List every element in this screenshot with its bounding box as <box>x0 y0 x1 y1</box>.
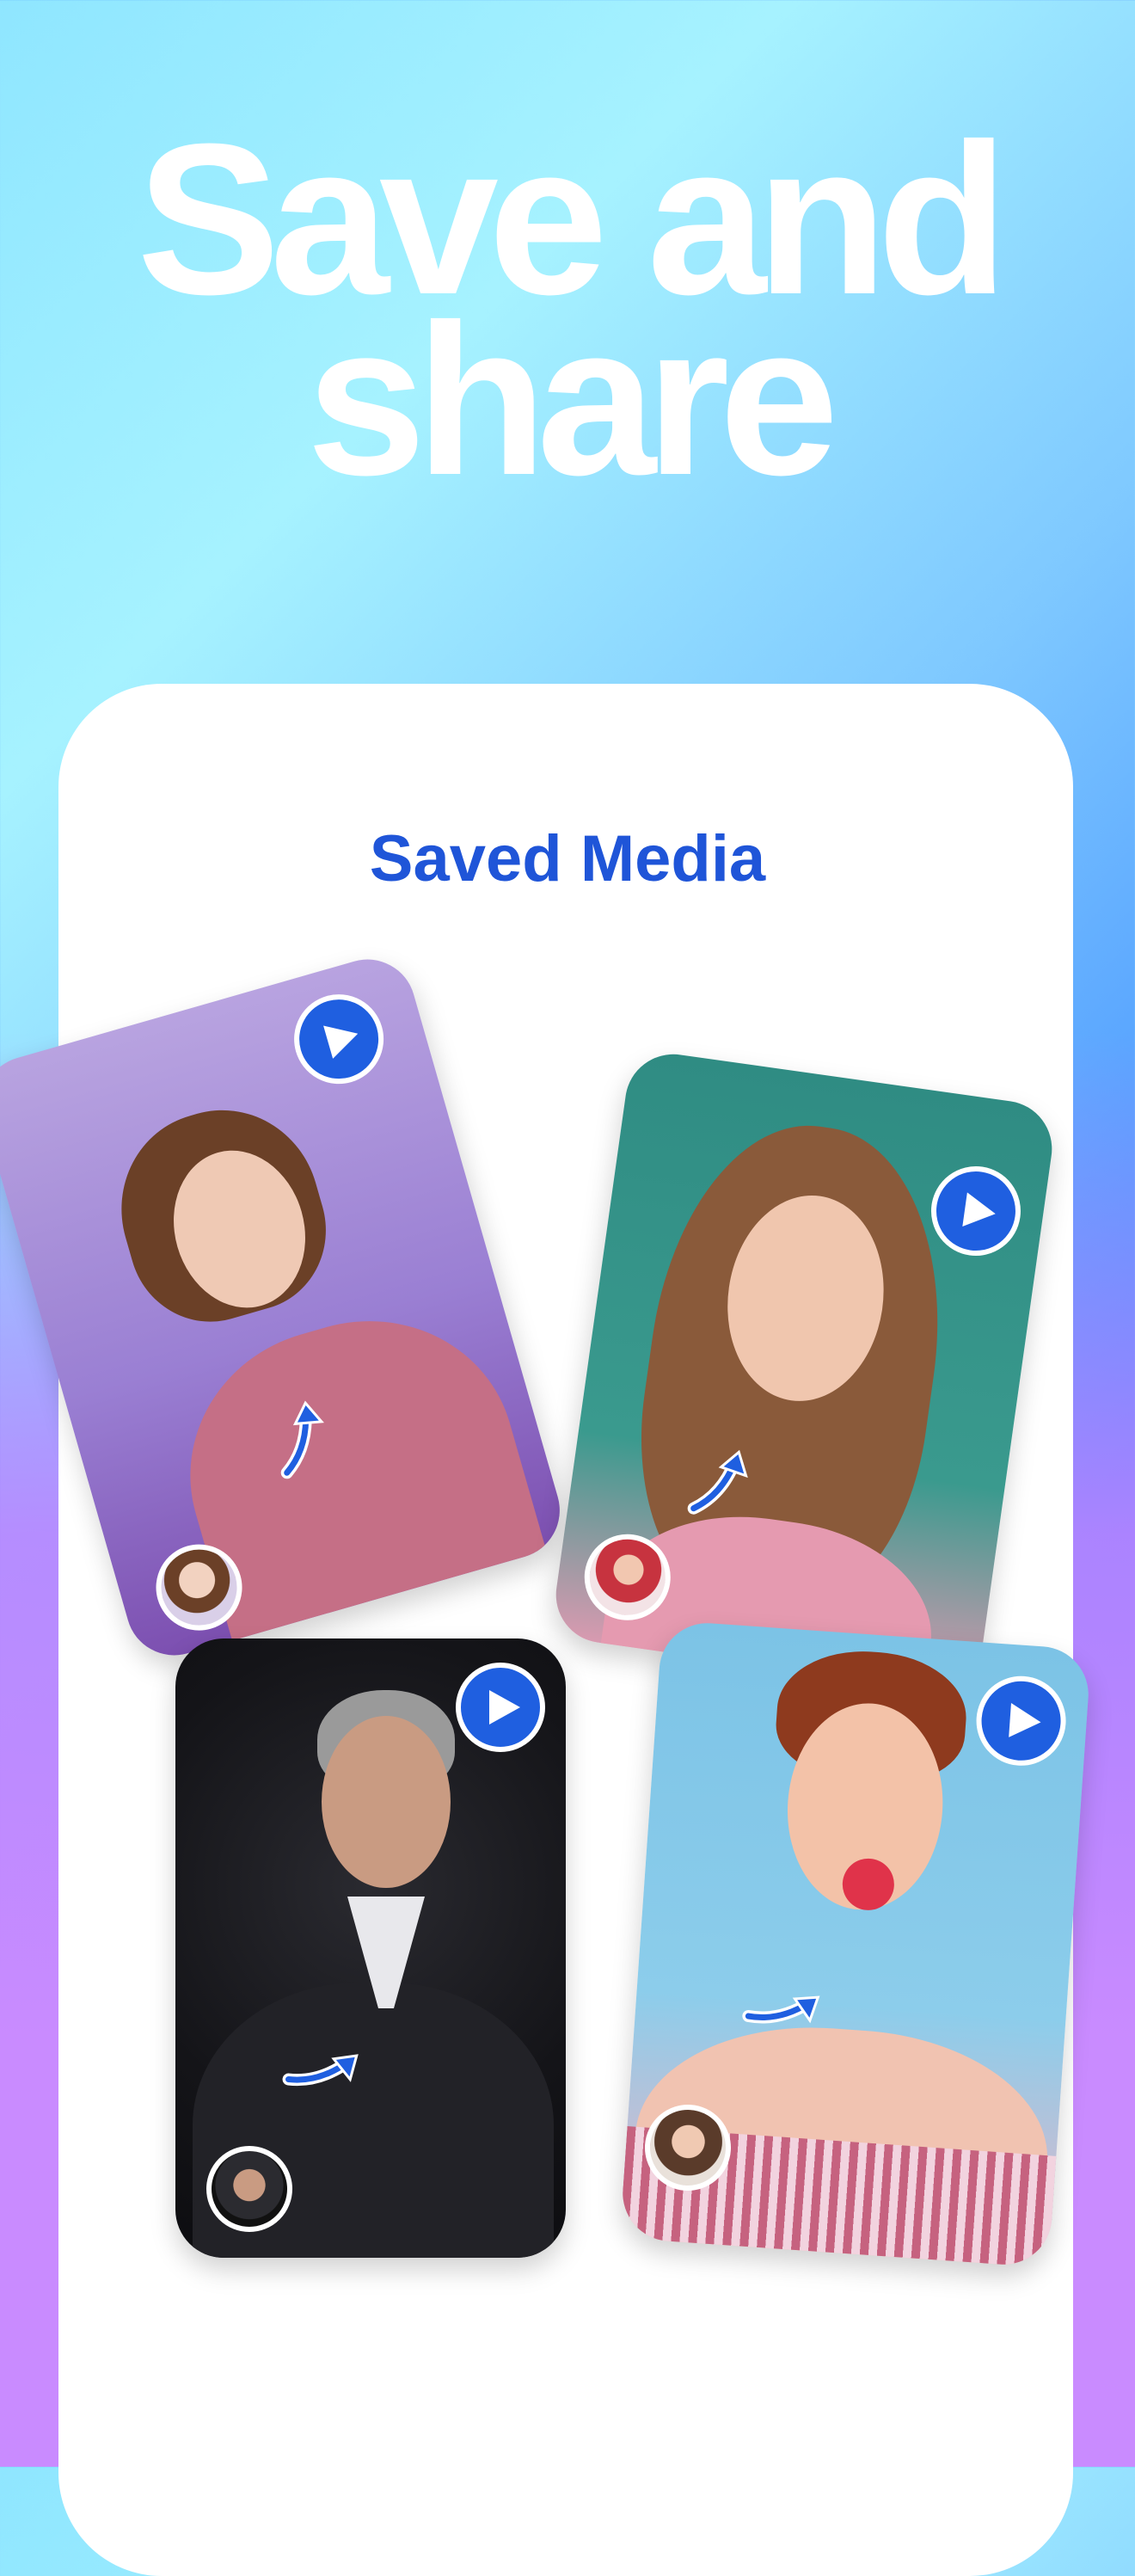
media-card-3[interactable] <box>175 1638 566 2258</box>
person-face <box>322 1716 451 1888</box>
saved-media-title: Saved Media <box>369 822 766 895</box>
media-card-4[interactable] <box>619 1620 1092 2268</box>
page-headline: Save and share <box>0 112 1135 507</box>
play-button[interactable] <box>925 1160 1027 1262</box>
play-button[interactable] <box>283 983 395 1095</box>
media-card-2[interactable] <box>549 1048 1058 1696</box>
play-icon <box>1009 1702 1041 1737</box>
creator-avatar[interactable] <box>206 2146 292 2232</box>
play-icon <box>323 1025 359 1059</box>
play-button[interactable] <box>973 1673 1070 1769</box>
play-icon <box>962 1192 996 1227</box>
play-icon <box>489 1690 520 1725</box>
play-button[interactable] <box>456 1663 545 1752</box>
share-arrow-icon <box>687 1449 748 1515</box>
